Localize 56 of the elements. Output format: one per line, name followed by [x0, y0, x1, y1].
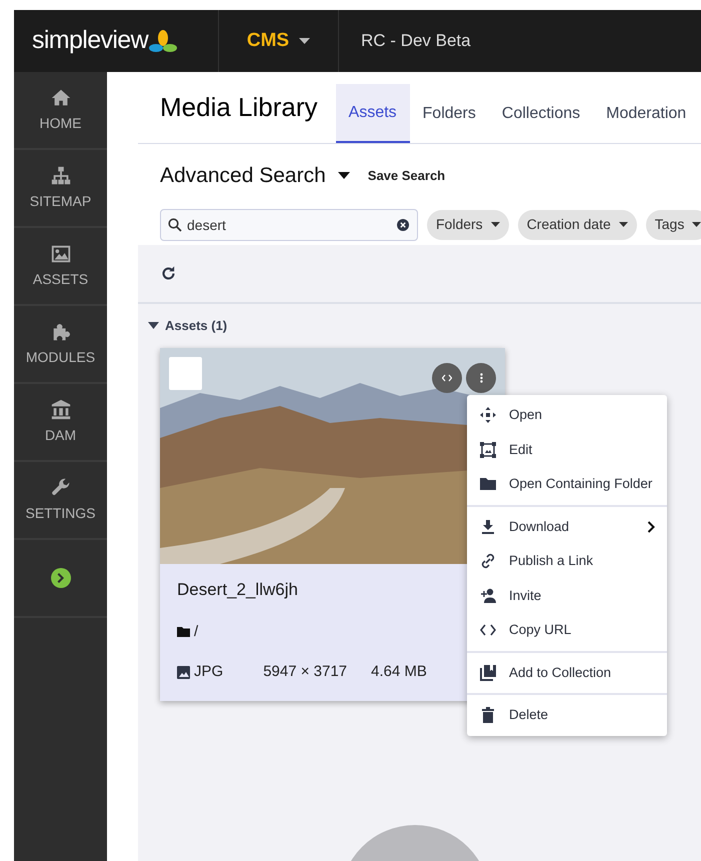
sidebar-item[interactable]: DAM — [14, 384, 107, 462]
caret-icon — [618, 222, 628, 227]
advanced-search-dropdown[interactable]: Advanced Search — [160, 160, 350, 192]
sidebar-item[interactable]: SITEMAP — [14, 150, 107, 228]
sidebar-item[interactable]: MODULES — [14, 306, 107, 384]
caret-icon — [148, 322, 159, 330]
bank-icon — [50, 398, 72, 420]
asset-card[interactable]: Desert_2_llw6jh / JPG 5947 × 3717 4.64 MB — [160, 348, 505, 700]
logo-icon — [149, 29, 178, 55]
tab[interactable]: Moderation — [593, 84, 700, 143]
person-add-icon — [480, 588, 496, 604]
select-checkbox[interactable] — [169, 357, 202, 390]
page-title: Media Library — [160, 91, 318, 124]
image-icon — [177, 666, 190, 679]
link-icon — [480, 553, 496, 570]
code-icon — [442, 374, 452, 382]
assets-group-toggle[interactable]: Assets (1) — [148, 316, 228, 336]
tab[interactable]: Folders — [410, 84, 489, 143]
chevron-right-icon — [647, 520, 655, 533]
filter-dropdown[interactable]: Tags — [646, 210, 701, 240]
crop-icon — [480, 442, 496, 458]
asset-name: Desert_2_llw6jh — [177, 579, 299, 601]
logo-text: simpleview — [32, 25, 148, 56]
save-search-button[interactable]: Save Search — [368, 166, 446, 186]
search-field[interactable]: desert — [160, 208, 418, 240]
sidebar-item[interactable]: SETTINGS — [14, 462, 107, 540]
caret-icon — [692, 222, 701, 227]
sidebar-item[interactable]: HOME — [14, 72, 107, 150]
tab[interactable]: Collections — [488, 84, 594, 143]
refresh-icon[interactable] — [160, 265, 177, 282]
asset-dimensions: 5947 × 3717 — [263, 662, 348, 682]
sitemap-icon — [50, 164, 72, 186]
menu-item[interactable]: Delete — [467, 698, 667, 732]
folder-icon — [480, 476, 496, 492]
caret-icon — [490, 222, 500, 227]
caret-icon — [338, 172, 350, 180]
collection-icon — [480, 664, 496, 681]
folder-icon — [177, 626, 190, 637]
move-icon — [480, 407, 496, 424]
code-icon — [480, 622, 496, 638]
clear-icon[interactable] — [397, 218, 409, 230]
caret-icon — [299, 38, 310, 44]
asset-folder: / — [194, 622, 198, 642]
asset-size: 4.64 MB — [371, 662, 427, 682]
more-icon — [480, 373, 482, 383]
site-name: RC - Dev Beta — [361, 30, 471, 52]
trash-icon — [480, 707, 496, 724]
search-icon — [168, 218, 182, 232]
asset-type: JPG — [194, 662, 224, 682]
chevron-circle-icon — [50, 568, 70, 588]
sidebar-item[interactable]: ASSETS — [14, 228, 107, 306]
filter-dropdown[interactable]: Creation date — [518, 210, 637, 240]
download-icon — [480, 518, 496, 535]
filter-dropdown[interactable]: Folders — [427, 210, 509, 240]
tab[interactable]: Assets — [336, 84, 410, 143]
app-menu[interactable]: CMS — [219, 10, 339, 72]
